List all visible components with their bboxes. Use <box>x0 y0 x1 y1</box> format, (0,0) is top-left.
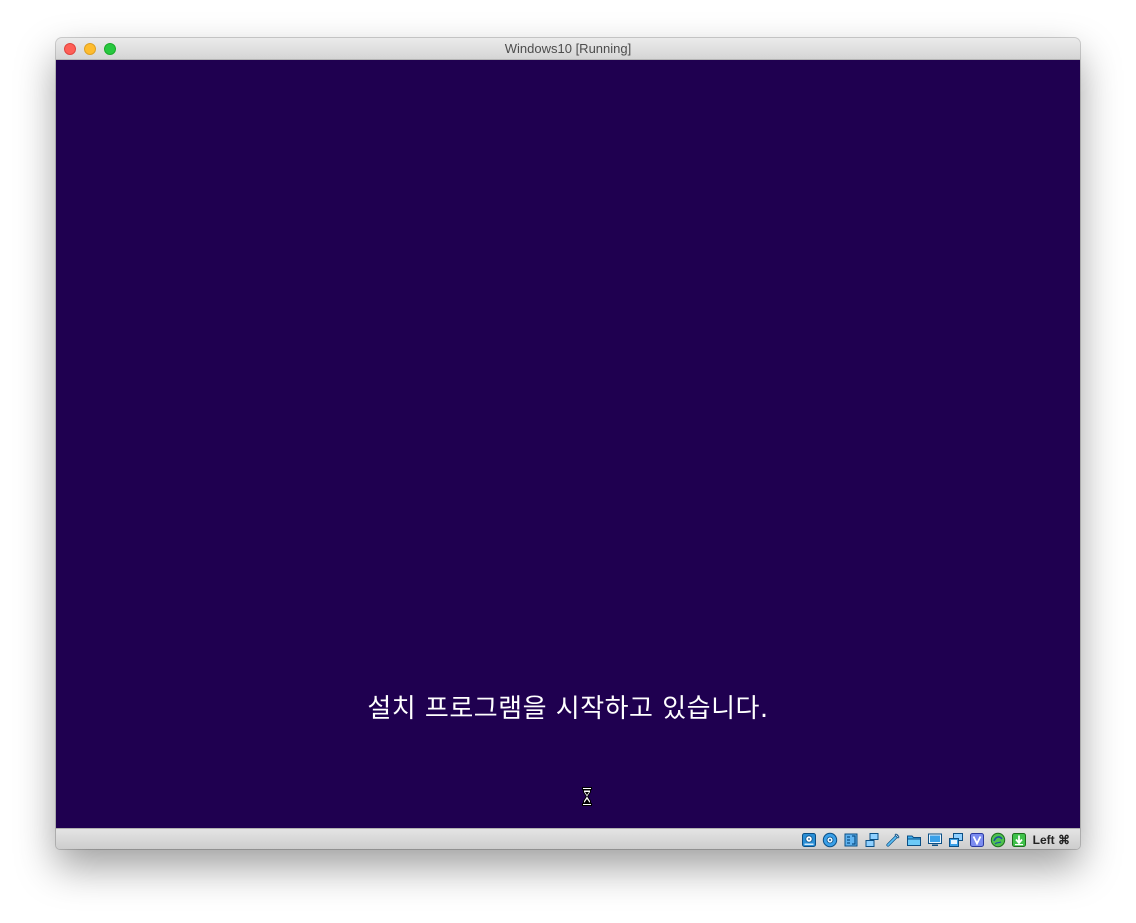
window-title: Windows10 [Running] <box>504 41 632 56</box>
status-icons: Left ⌘ <box>801 830 1070 849</box>
vm-display[interactable]: 설치 프로그램을 시작하고 있습니다. <box>56 60 1080 828</box>
network-icon[interactable] <box>864 832 880 848</box>
download-icon[interactable] <box>1011 832 1027 848</box>
setup-starting-message: 설치 프로그램을 시작하고 있습니다. <box>367 694 769 724</box>
display-icon[interactable] <box>927 832 943 848</box>
hourglass-cursor-icon <box>582 787 592 806</box>
hard-disk-icon[interactable] <box>801 832 817 848</box>
audio-icon[interactable] <box>843 832 859 848</box>
status-bar: Left ⌘ <box>56 828 1080 849</box>
video-capture-icon[interactable] <box>948 832 964 848</box>
title-bar[interactable]: Windows10 [Running] <box>56 38 1080 60</box>
host-key-label[interactable]: Left ⌘ <box>1033 833 1070 847</box>
vm-window: Windows10 [Running] 설치 프로그램을 시작하고 있습니다. <box>56 38 1080 849</box>
optical-drive-icon[interactable] <box>822 832 838 848</box>
mouse-integration-icon[interactable] <box>990 832 1006 848</box>
virtualization-icon[interactable] <box>969 832 985 848</box>
usb-icon[interactable] <box>885 832 901 848</box>
shared-folder-icon[interactable] <box>906 832 922 848</box>
